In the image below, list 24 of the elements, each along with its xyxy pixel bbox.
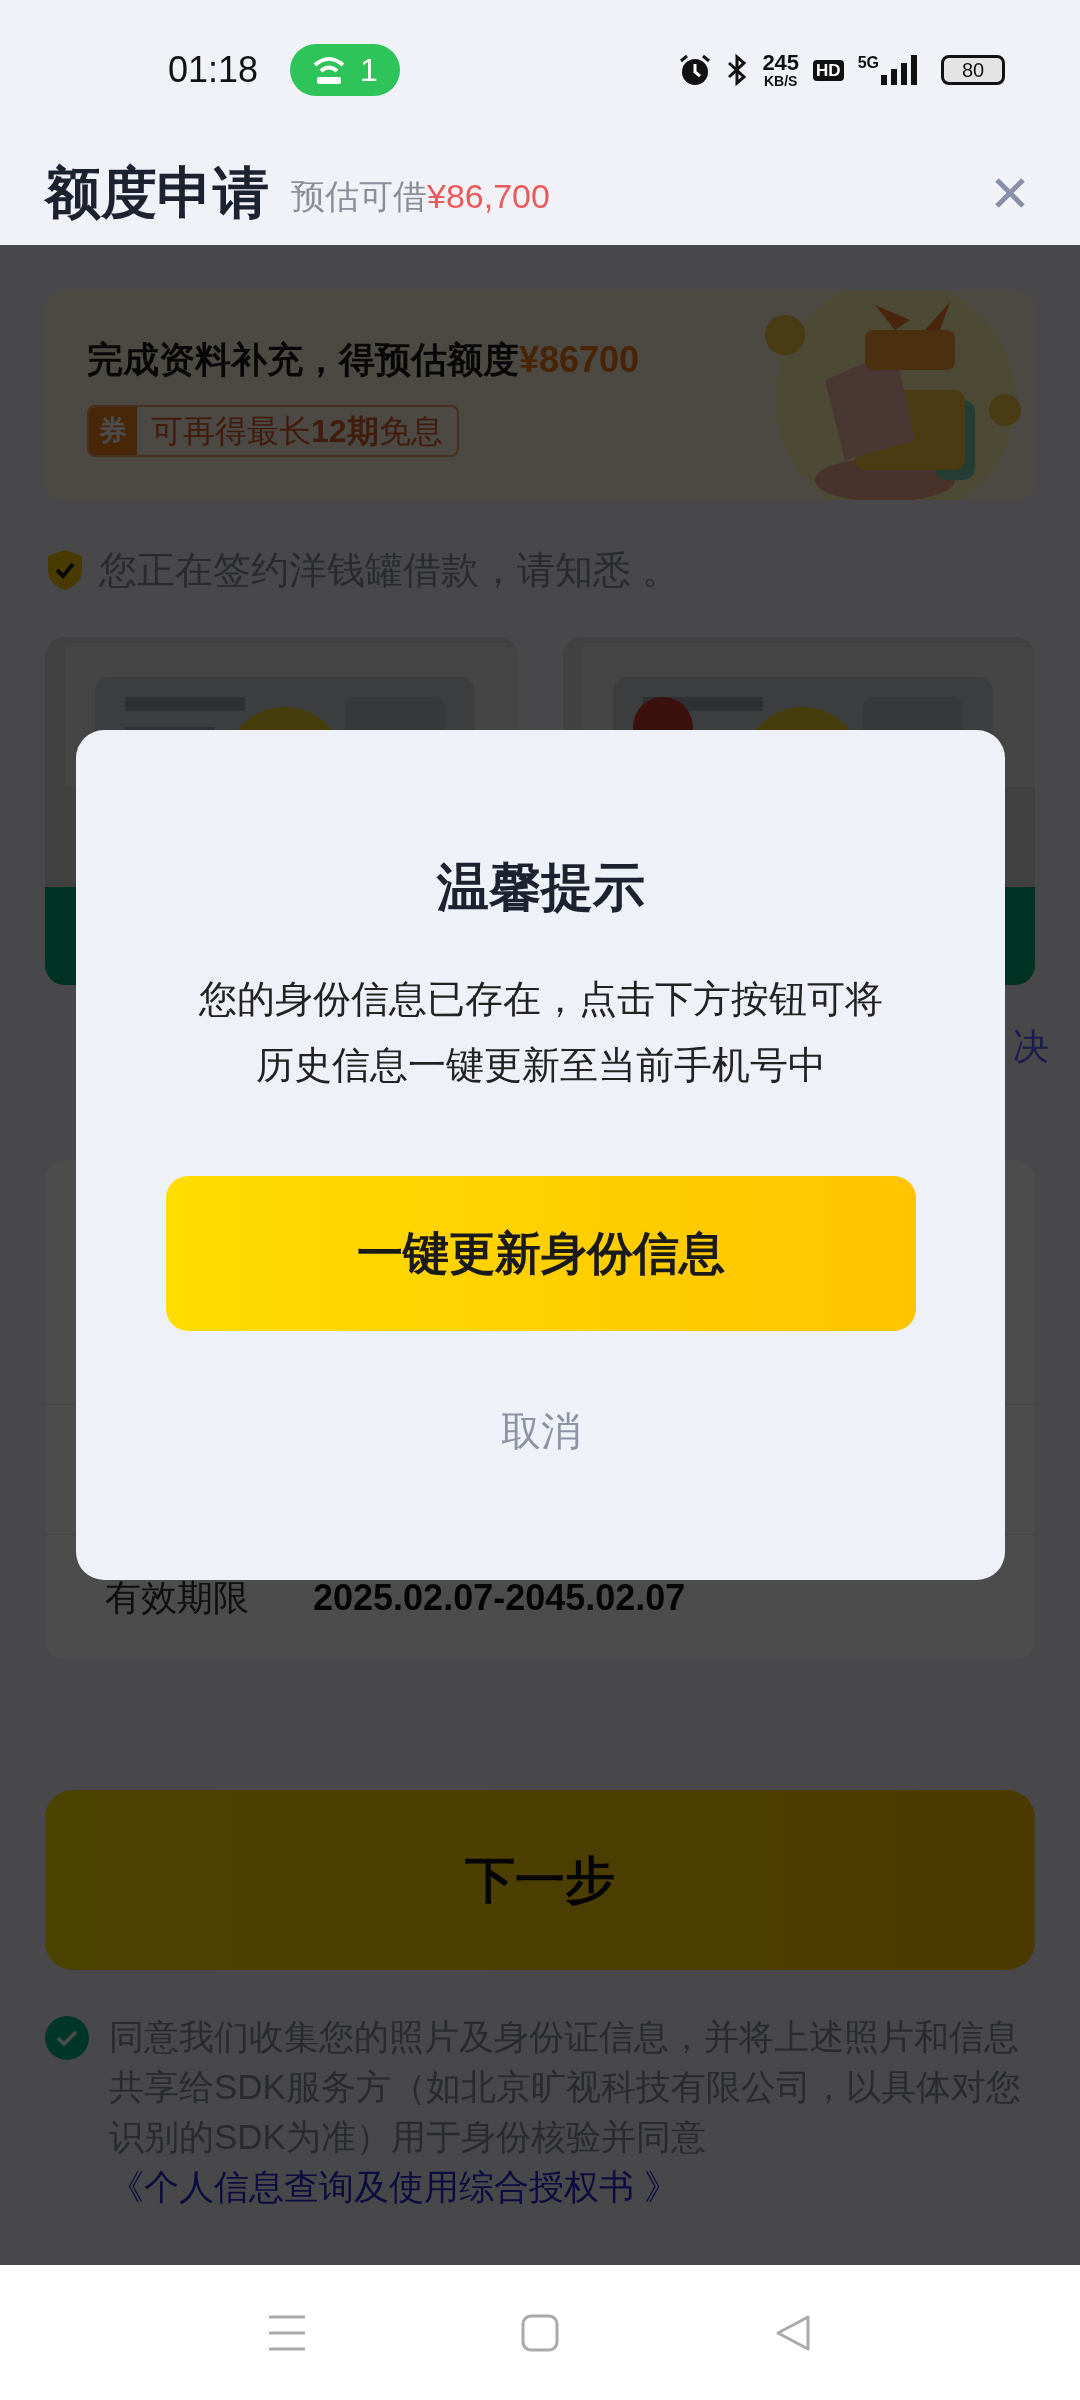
hotspot-count: 1 [360, 51, 378, 90]
status-time: 01:18 [168, 48, 259, 92]
hotspot-icon [312, 55, 347, 85]
hd-badge: HD [813, 59, 844, 81]
alarm-icon [678, 53, 713, 87]
signal-icon [881, 55, 917, 85]
banner-headline: 完成资料补充，得预估额度¥86700 [87, 338, 641, 382]
menu-icon[interactable] [268, 2313, 306, 2352]
battery-indicator: 80 [941, 55, 1005, 85]
dialog-title: 温馨提示 [436, 857, 645, 918]
field-value: 2025.02.07-2045.02.07 [313, 1575, 686, 1620]
network-type: 5G [857, 55, 879, 71]
update-identity-button[interactable]: 一键更新身份信息 [165, 1176, 916, 1331]
network-speed: 245 [762, 52, 800, 74]
network-speed-unit: KB/S [764, 74, 798, 88]
back-triangle-icon[interactable] [774, 2313, 812, 2352]
dialog-message: 您的身份信息已存在，点击下方按钮可将历史信息一键更新至当前手机号中 [197, 977, 884, 1088]
cancel-button[interactable]: 取消 [500, 1401, 581, 1461]
page-title: 额度申请 [45, 159, 269, 226]
bluetooth-icon [726, 53, 749, 87]
estimated-amount: 预估可借¥86,700 [291, 176, 550, 217]
field-label: 有效期限 [105, 1575, 250, 1620]
home-square-icon[interactable] [521, 2313, 559, 2352]
close-icon [994, 176, 1026, 209]
